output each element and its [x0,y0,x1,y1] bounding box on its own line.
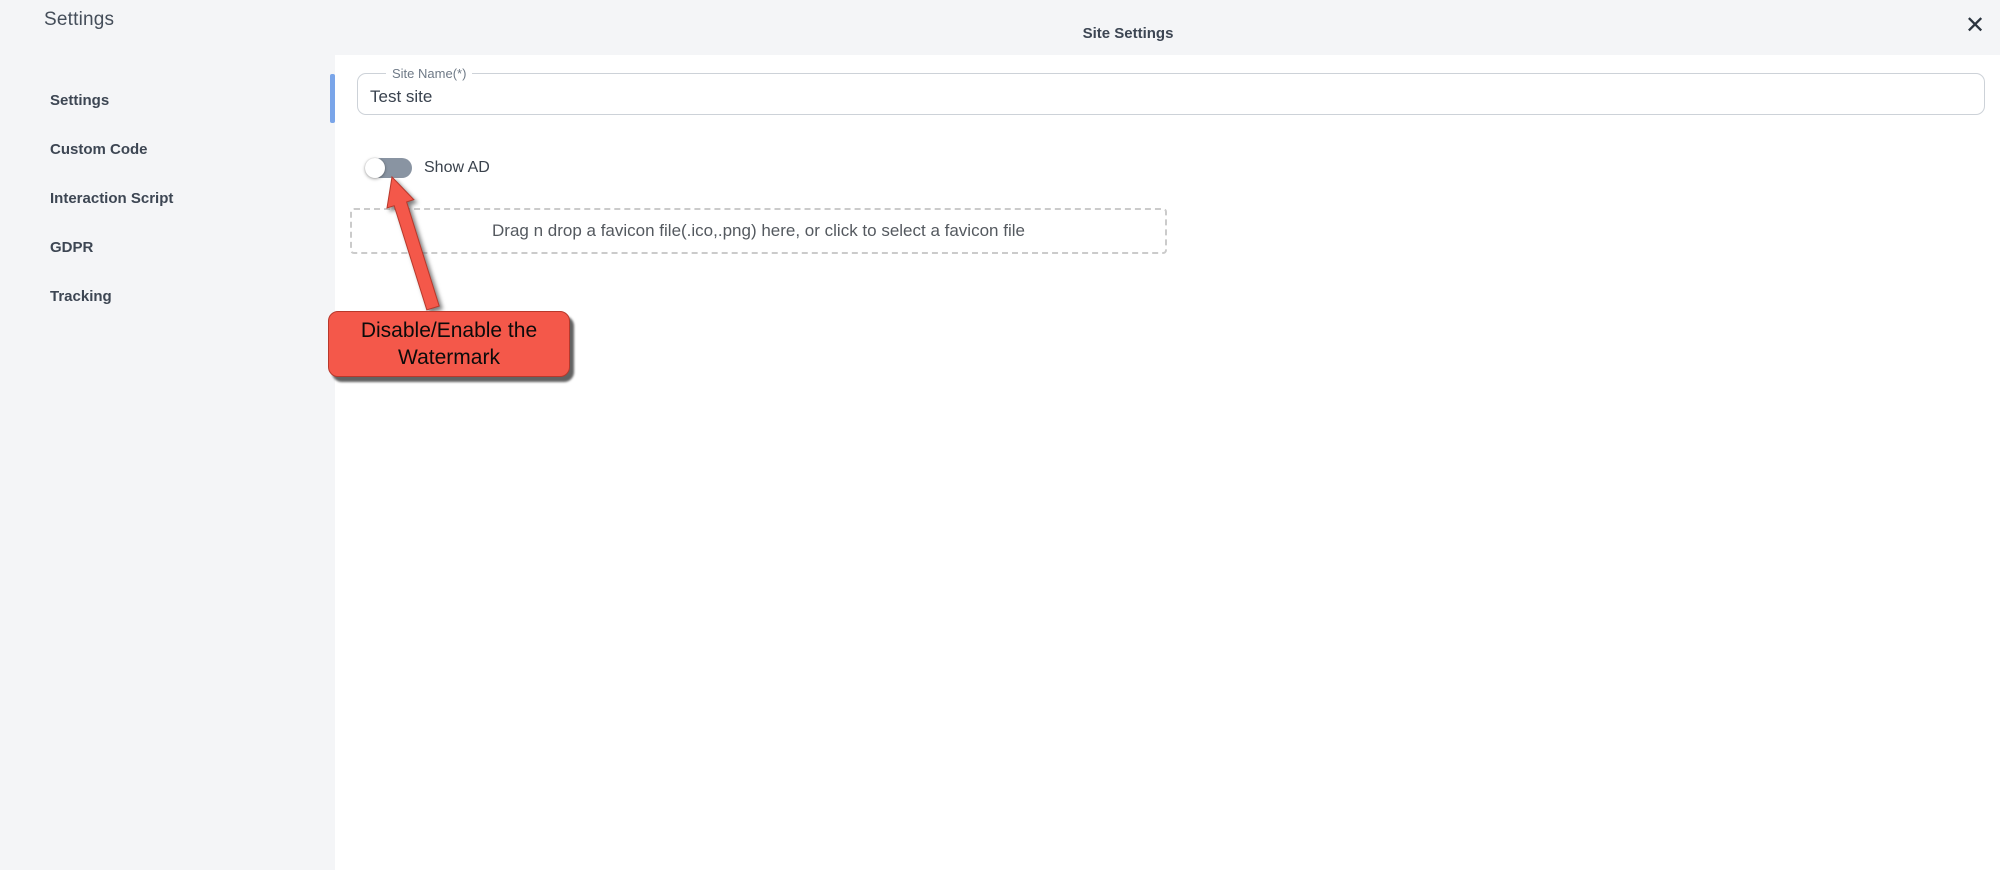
show-ad-row: Show AD [365,152,490,184]
sidebar-item-interaction-script[interactable]: Interaction Script [0,174,335,223]
sidebar: Settings Custom Code Interaction Script … [0,55,335,870]
site-name-input[interactable] [358,74,1984,114]
site-name-field[interactable]: Site Name(*) [357,66,1985,115]
close-icon[interactable]: ✕ [1958,8,1992,42]
dialog-title: Site Settings [1082,25,1174,42]
favicon-dropzone[interactable]: Drag n drop a favicon file(.ico,.png) he… [350,208,1167,254]
sidebar-item-custom-code[interactable]: Custom Code [0,125,335,174]
sidebar-item-settings[interactable]: Settings [0,76,335,125]
settings-panel: Site Name(*) Show AD Drag n drop a favic… [335,55,2000,870]
page-title: Settings [44,9,115,30]
site-name-label: Site Name(*) [386,66,473,82]
show-ad-label: Show AD [424,159,490,176]
show-ad-toggle[interactable] [365,157,412,179]
annotation-callout: Disable/Enable the Watermark [328,311,570,377]
sidebar-item-gdpr[interactable]: GDPR [0,223,335,272]
favicon-dropzone-text: Drag n drop a favicon file(.ico,.png) he… [492,221,1025,240]
sidebar-item-tracking[interactable]: Tracking [0,272,335,321]
annotation-text-line1: Disable/Enable the [360,319,538,342]
toggle-thumb [365,158,385,178]
annotation-text-line2: Watermark [398,346,500,369]
settings-screen: Settings Site Settings ✕ Settings Custom… [0,0,2000,870]
